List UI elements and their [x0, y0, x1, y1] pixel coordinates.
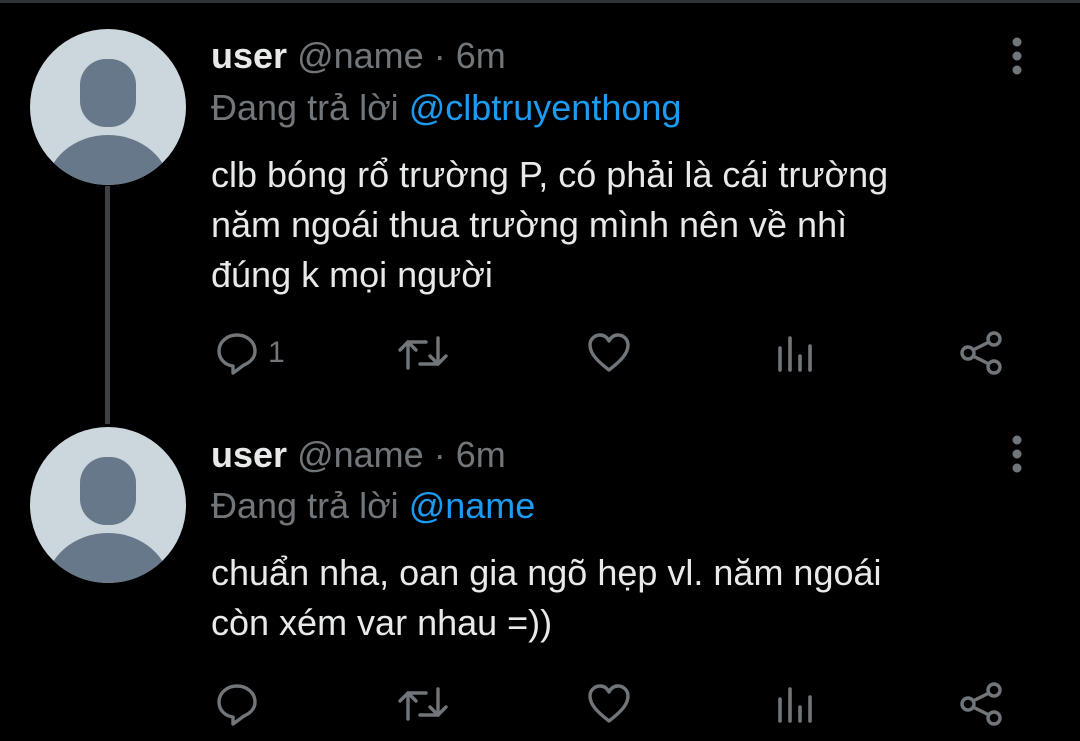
tweet-text: clb bóng rổ trường P, có phải là cái trư…	[211, 150, 1031, 300]
replying-to-label: Đang trả lời	[211, 87, 399, 128]
tweet-text-line: năm ngoái thua trường mình nên về nhì	[211, 204, 848, 245]
tweet-text: chuẩn nha, oan gia ngõ hẹp vl. năm ngoái…	[211, 548, 1031, 648]
user-handle[interactable]: @name	[297, 434, 424, 475]
vertical-ellipsis-icon[interactable]	[1000, 36, 1034, 76]
tweet-text-line: chuẩn nha, oan gia ngõ hẹp vl. năm ngoái	[211, 552, 882, 593]
share-icon	[960, 682, 1002, 726]
speech-bubble-icon	[217, 333, 257, 375]
like-button[interactable]	[586, 674, 632, 734]
replying-to: Đang trả lời @name	[211, 484, 535, 528]
timestamp[interactable]: 6m	[456, 35, 506, 76]
default-avatar-icon	[46, 59, 170, 185]
share-button[interactable]	[958, 323, 1006, 383]
tweet-header: user @name · 6m	[211, 34, 506, 78]
replying-to: Đang trả lời @clbtruyenthong	[211, 86, 681, 130]
user-handle[interactable]: @name	[297, 35, 424, 76]
like-button[interactable]	[586, 323, 632, 383]
display-name[interactable]: user	[211, 434, 287, 475]
avatar[interactable]	[30, 29, 186, 185]
timestamp[interactable]: 6m	[456, 434, 506, 475]
views-button[interactable]	[776, 674, 816, 734]
separator-dot: ·	[433, 35, 446, 76]
bar-chart-icon	[778, 687, 812, 723]
tweet-actions: 1	[0, 323, 1080, 383]
heart-icon	[588, 333, 630, 372]
retweet-icon	[398, 687, 448, 721]
tweet[interactable]: user @name · 6m Đang trả lời @clbtruyent…	[0, 0, 1080, 400]
tweet-header: user @name · 6m	[211, 433, 506, 477]
share-icon	[960, 331, 1002, 375]
tweet-text-line: đúng k mọi người	[211, 254, 493, 295]
retweet-button[interactable]	[396, 674, 450, 734]
tweet-text-line: còn xém var nhau =))	[211, 602, 553, 643]
reply-button[interactable]	[214, 674, 268, 734]
tweet[interactable]: user @name · 6m Đang trả lời @name chuẩn…	[0, 400, 1080, 741]
display-name[interactable]: user	[211, 35, 287, 76]
retweet-icon	[398, 336, 448, 370]
share-button[interactable]	[958, 674, 1006, 734]
default-avatar-icon	[46, 457, 170, 583]
bar-chart-icon	[778, 336, 812, 372]
speech-bubble-icon	[217, 684, 257, 726]
reply-count: 1	[268, 336, 285, 369]
reply-button[interactable]: 1	[214, 323, 285, 383]
heart-icon	[588, 684, 630, 723]
replying-to-label: Đang trả lời	[211, 485, 399, 526]
tweet-text-line: clb bóng rổ trường P, có phải là cái trư…	[211, 154, 889, 195]
separator-dot: ·	[433, 434, 446, 475]
vertical-ellipsis-icon[interactable]	[1000, 434, 1034, 474]
tweet-actions	[0, 674, 1080, 734]
avatar[interactable]	[30, 427, 186, 583]
mention-link[interactable]: @name	[409, 485, 536, 526]
mention-link[interactable]: @clbtruyenthong	[409, 87, 682, 128]
views-button[interactable]	[776, 323, 816, 383]
retweet-button[interactable]	[396, 323, 450, 383]
